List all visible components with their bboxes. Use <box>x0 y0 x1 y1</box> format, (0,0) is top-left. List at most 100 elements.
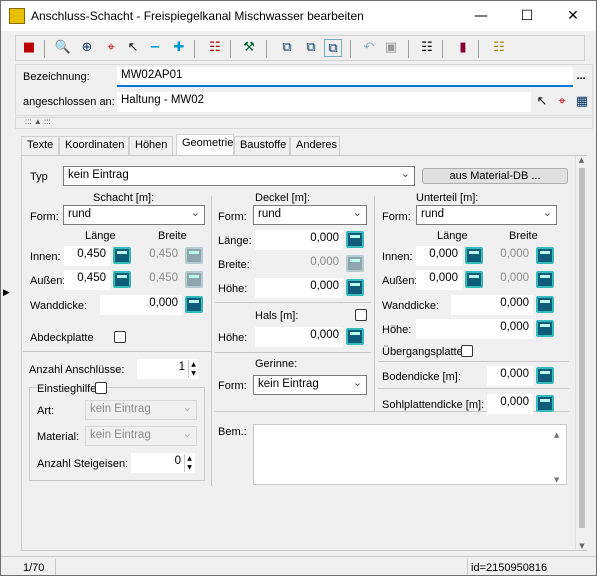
steigeisen-label: Anzahl Steigeisen: <box>37 458 129 470</box>
grid-icon[interactable]: ☷ <box>490 39 508 57</box>
plus-icon[interactable]: ✚ <box>170 39 188 57</box>
close-button[interactable]: ✕ <box>550 1 596 31</box>
bodendicke-field[interactable]: 0,000 <box>487 366 533 386</box>
minus-icon[interactable]: − <box>146 39 164 57</box>
spin-down-icon[interactable]: ▼ <box>185 463 194 472</box>
document-icon[interactable]: ☷ <box>418 39 436 57</box>
scroll-down-icon[interactable]: ▼ <box>554 476 559 484</box>
uebergangsplatte-checkbox[interactable] <box>461 345 473 357</box>
calculator-icon[interactable] <box>536 271 554 288</box>
unterteil-aussen-laenge-field[interactable]: 0,000 <box>416 270 462 290</box>
book-icon[interactable]: ▮ <box>454 39 472 57</box>
layers-icon[interactable]: ⧉ <box>278 39 296 57</box>
deckel-form-select[interactable]: rund ⌄ <box>253 205 367 225</box>
title-bar: Anschluss-Schacht - Freispiegelkanal Mis… <box>1 1 596 31</box>
calculator-icon[interactable] <box>346 279 364 296</box>
hals-checkbox[interactable] <box>355 309 367 321</box>
hals-hoehe-field[interactable]: 0,000 <box>255 327 343 347</box>
deckel-breite-label: Breite: <box>218 259 250 271</box>
vertical-scrollbar[interactable]: ▲ ▼ <box>575 156 587 550</box>
calculator-icon[interactable] <box>536 247 554 264</box>
unterteil-wanddicke-field[interactable]: 0,000 <box>451 295 533 315</box>
unterteil-breite-header: Breite <box>509 230 538 242</box>
schacht-wanddicke-field[interactable]: 0,000 <box>100 295 182 315</box>
chevron-down-icon: ⌄ <box>190 206 200 219</box>
more-button[interactable]: ... <box>573 69 589 85</box>
tab-texte[interactable]: Texte <box>21 136 59 155</box>
material-select: kein Eintrag ⌄ <box>85 426 197 446</box>
art-value: kein Eintrag <box>90 403 151 415</box>
side-expand-icon[interactable]: ▶ <box>3 288 10 298</box>
uebergangsplatte-label: Übergangsplatte <box>382 346 463 358</box>
angeschlossen-field[interactable]: Haltung - MW02 <box>117 92 531 112</box>
steigeisen-spinner[interactable]: ▲ ▼ <box>184 454 194 472</box>
scroll-up-icon[interactable]: ▲ <box>554 431 559 439</box>
scroll-thumb[interactable] <box>579 168 585 528</box>
sohlplattendicke-field[interactable]: 0,000 <box>487 394 533 414</box>
abdeckplatte-checkbox[interactable] <box>114 331 126 343</box>
minimize-button[interactable]: — <box>458 1 504 31</box>
layers-select-icon[interactable]: ⧉ <box>302 39 320 57</box>
material-label: Material: <box>37 431 80 443</box>
bezeichnung-field[interactable]: MW02AP01 <box>117 67 573 87</box>
spin-up-icon[interactable]: ▲ <box>185 454 194 463</box>
schacht-aussen-laenge-field[interactable]: 0,450 <box>64 270 110 290</box>
tab-baustoffe[interactable]: Baustoffe <box>234 136 290 155</box>
calculator-icon[interactable] <box>536 320 554 337</box>
anschluesse-value: 1 <box>178 361 185 373</box>
maximize-button[interactable]: ☐ <box>504 1 550 31</box>
zoom-icon[interactable]: 🔍 <box>54 39 72 57</box>
collapse-bar[interactable] <box>15 117 593 129</box>
toolbar-separator <box>350 40 351 58</box>
save-icon[interactable]: ▣ <box>382 39 400 57</box>
calculator-icon[interactable] <box>536 367 554 384</box>
calculator-icon <box>346 255 364 272</box>
steigeisen-value: 0 <box>174 455 181 467</box>
tab-geometrie[interactable]: Geometrie <box>176 134 234 156</box>
calculator-icon[interactable] <box>536 395 554 412</box>
einstieghilfe-checkbox[interactable] <box>95 382 107 394</box>
unterteil-innen-laenge-field[interactable]: 0,000 <box>416 246 462 266</box>
calculator-icon[interactable] <box>113 271 131 288</box>
zoom-area-icon[interactable]: ⊕ <box>78 39 96 57</box>
door-exit-icon[interactable]: ■ <box>20 39 38 57</box>
calculator-icon[interactable] <box>185 296 203 313</box>
bem-textarea[interactable] <box>253 424 567 485</box>
tab-hoehen[interactable]: Höhen <box>129 136 173 155</box>
calculator-icon[interactable] <box>346 231 364 248</box>
scroll-up-icon[interactable]: ▲ <box>576 156 587 164</box>
network-icon[interactable]: ☷ <box>206 39 224 57</box>
schacht-form-select[interactable]: rund ⌄ <box>63 205 205 225</box>
calculator-icon[interactable] <box>536 296 554 313</box>
unterteil-hoehe-field[interactable]: 0,000 <box>416 319 533 339</box>
material-db-button[interactable]: aus Material-DB ... <box>422 168 568 184</box>
unterteil-innen-breite-field: 0,000 <box>487 246 533 266</box>
spin-up-icon[interactable]: ▲ <box>189 360 198 369</box>
gerinne-form-select[interactable]: kein Eintrag ⌄ <box>253 375 367 395</box>
anschluesse-spinner[interactable]: ▲ ▼ <box>188 360 198 378</box>
calculator-icon[interactable] <box>113 247 131 264</box>
unterteil-form-select[interactable]: rund ⌄ <box>416 205 557 225</box>
typ-select[interactable]: kein Eintrag ⌄ <box>63 166 415 186</box>
crosshair-icon[interactable]: ⌖ <box>553 93 571 111</box>
spin-down-icon[interactable]: ▼ <box>189 369 198 378</box>
calculator-icon[interactable] <box>465 271 483 288</box>
tab-koordinaten[interactable]: Koordinaten <box>59 136 129 155</box>
deckel-laenge-field[interactable]: 0,000 <box>255 230 343 250</box>
crosshair-icon[interactable]: ⌖ <box>102 39 120 57</box>
table-icon[interactable]: ▦ <box>573 93 591 111</box>
tool-icon[interactable]: ⚒ <box>240 39 258 57</box>
calculator-icon[interactable] <box>465 247 483 264</box>
sohlplattendicke-label: Sohlplattendicke [m]: <box>382 399 485 411</box>
scroll-down-icon[interactable]: ▼ <box>576 542 588 550</box>
layers-copy-icon[interactable]: ⧉ <box>324 39 342 57</box>
unterteil-form-value: rund <box>421 208 445 220</box>
tab-anderes[interactable]: Anderes <box>290 136 340 155</box>
undo-icon[interactable]: ↶ <box>360 39 378 57</box>
deckel-hoehe-field[interactable]: 0,000 <box>255 278 343 298</box>
calculator-icon[interactable] <box>346 328 364 345</box>
collapse-handle[interactable]: ::: ▲ ::: <box>25 117 51 126</box>
pointer-icon[interactable]: ↖ <box>533 93 551 111</box>
pointer-icon[interactable]: ↖ <box>124 39 142 57</box>
schacht-innen-laenge-field[interactable]: 0,450 <box>64 246 110 266</box>
